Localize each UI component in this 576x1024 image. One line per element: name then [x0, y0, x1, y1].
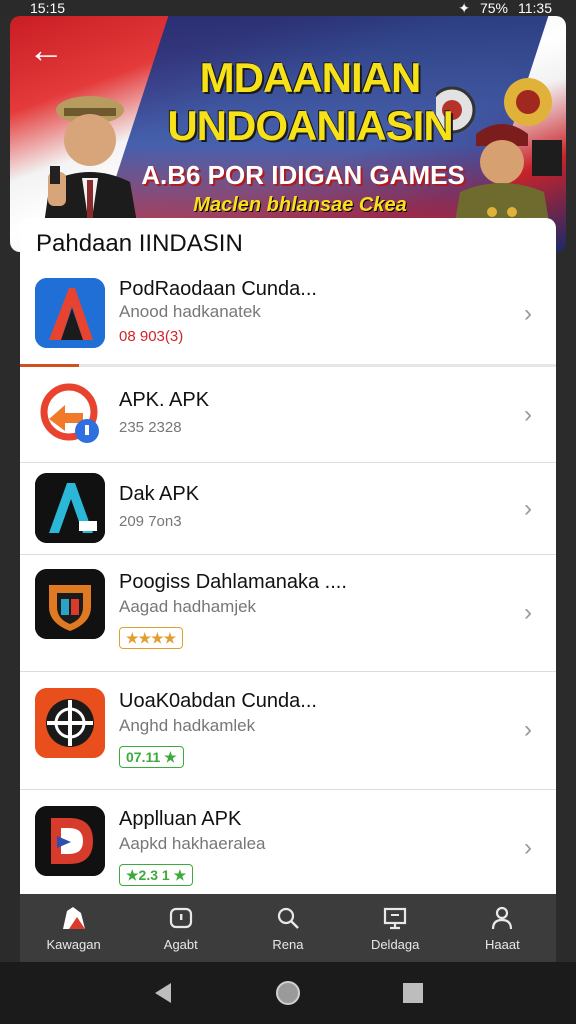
app-name: Dak APK: [119, 483, 200, 505]
tab-label: Haaat: [484, 936, 520, 952]
chevron-right-icon[interactable]: ›: [524, 836, 540, 860]
app-row[interactable]: Dak APK 209 7on3 ›: [20, 463, 556, 555]
banner-title-line1: MDAANIAN: [199, 54, 422, 101]
app-meta: 08 903(3): [119, 328, 184, 345]
banner-subtitle: A.B6 POR IDIGAN GAMES: [141, 160, 465, 190]
search-icon: [277, 907, 299, 929]
banner-title-line2: UNDOANIASIN: [167, 102, 453, 149]
app-developer: Aagad hadhamjek: [119, 597, 257, 616]
bottom-tab-bar: Kawagan Agabt Rena Deldaga Haaat: [20, 894, 556, 962]
app-name: PodRaodaan Cunda...: [119, 278, 317, 300]
app-meta: 209 7on3: [119, 513, 182, 530]
home-circle-icon: [275, 981, 300, 1005]
app-developer: Anood hadkanatek: [119, 302, 261, 321]
system-navigation-bar: [0, 962, 576, 1024]
a-dark-logo-icon: [35, 473, 105, 543]
chevron-right-icon[interactable]: ›: [524, 497, 540, 521]
app-row[interactable]: Poogiss Dahlamanaka .... Aagad hadhamjek…: [20, 555, 556, 672]
app-list-card: Pahdaan IINDASIN PodRaodaan Cunda... Ano…: [20, 218, 556, 894]
tab-label: Rena: [272, 936, 304, 952]
card-title: Pahdaan IINDASIN: [36, 230, 243, 257]
tab-home[interactable]: Kawagan: [26, 898, 122, 958]
promo-banner[interactable]: ← MDAANIAN UNDOANIASIN A.B6 POR IDIGAN G…: [10, 16, 566, 252]
chevron-right-icon[interactable]: ›: [524, 718, 540, 742]
d-logo-icon: [35, 806, 105, 876]
app-developer: Aapkd hakhaeralea: [119, 834, 266, 853]
tab-label: Kawagan: [46, 936, 101, 952]
home-icon: [62, 906, 85, 929]
home-button[interactable]: [268, 973, 308, 1013]
shield-icon: [35, 569, 105, 639]
app-name: Applluan APK: [119, 808, 242, 830]
app-meta: 235 2328: [119, 419, 182, 436]
app-row[interactable]: Applluan APK Aapkd hakhaeralea ★2.3 1 ★ …: [20, 790, 556, 894]
tabbar-edge-left: [0, 894, 20, 962]
chevron-right-icon[interactable]: ›: [524, 601, 540, 625]
app-developer: Anghd hadkamlek: [119, 716, 256, 735]
back-arrow-icon[interactable]: ←: [24, 30, 68, 74]
tabbar-edge-right: [556, 894, 576, 962]
tab-profile[interactable]: Haaat: [454, 898, 550, 958]
refresh-arrow-icon: [35, 379, 105, 449]
app-row[interactable]: UoaK0abdan Cunda... Anghd hadkamlek 07.1…: [20, 672, 556, 790]
chevron-right-icon[interactable]: ›: [524, 403, 540, 427]
recents-button[interactable]: [393, 973, 433, 1013]
a-logo-icon: [35, 278, 105, 348]
back-button[interactable]: [143, 973, 183, 1013]
banner-tagline: Maclen bhlansae Ckea: [193, 194, 407, 216]
wifi-icon: ✦: [458, 0, 470, 16]
tab-updates[interactable]: Deldaga: [347, 898, 443, 958]
rating-badge: ★★★★: [119, 627, 184, 649]
status-right: ✦ 75% 11:35: [458, 0, 552, 17]
crosshair-icon: [35, 688, 105, 758]
chevron-right-icon[interactable]: ›: [524, 302, 540, 326]
rating-badge: 07.11 ★: [119, 746, 184, 768]
person-icon: [492, 906, 513, 929]
banner-title: MDAANIAN UNDOANIASIN: [160, 54, 460, 150]
tab-apps[interactable]: Agabt: [133, 898, 229, 958]
rating-badge: ★2.3 1 ★: [119, 864, 194, 886]
tab-label: Agabt: [163, 936, 198, 952]
app-name: APK. APK: [119, 389, 210, 411]
battery-level: 75%: [479, 0, 508, 16]
app-row[interactable]: APK. APK 235 2328 ›: [20, 367, 556, 463]
status-clock: 11:35: [518, 0, 552, 16]
back-triangle-icon: [154, 983, 171, 1003]
recents-square-icon: [403, 983, 424, 1003]
status-time: 15:15: [30, 0, 66, 16]
app-name: UoaK0abdan Cunda...: [119, 690, 317, 712]
tab-label: Deldaga: [370, 936, 420, 952]
tab-search[interactable]: Rena: [240, 898, 336, 958]
app-row[interactable]: PodRaodaan Cunda... Anood hadkanatek 08 …: [20, 266, 556, 366]
monitor-icon: [384, 907, 407, 929]
status-bar: 15:15 ✦ 75% 11:35: [0, 0, 576, 16]
app-name: Poogiss Dahlamanaka ....: [119, 571, 347, 593]
apps-icon: [169, 907, 192, 928]
